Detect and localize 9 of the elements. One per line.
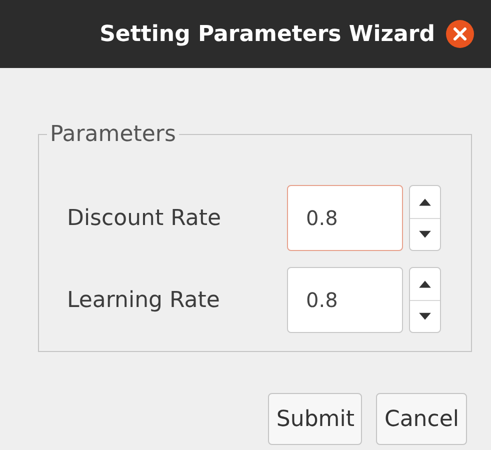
dialog-button[interactable]: Cancel [376,393,467,445]
group-title: Parameters [49,122,177,147]
number-field[interactable]: 0.8 [287,267,403,333]
dialog-button[interactable]: Submit [268,393,362,445]
field-label: Discount Rate [67,206,222,230]
field-label: Learning Rate [67,288,221,312]
window-title: Setting Parameters Wizard [100,22,435,46]
number-field[interactable]: 0.8 [287,185,403,251]
close-icon[interactable] [445,19,475,49]
